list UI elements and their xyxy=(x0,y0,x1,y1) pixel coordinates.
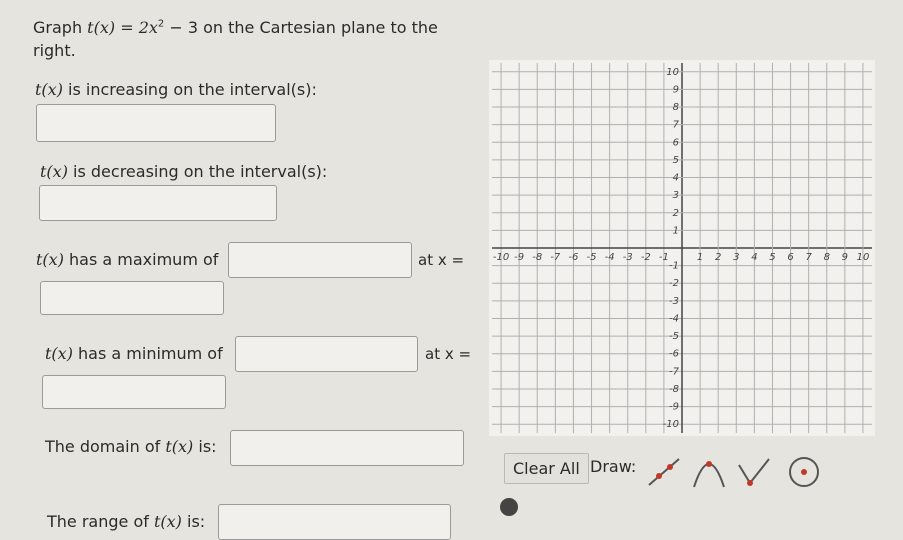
x-tick-label: 10 xyxy=(857,252,870,263)
x-tick-label: 2 xyxy=(715,252,721,263)
range-prefix: The range of xyxy=(47,512,154,531)
decreasing-interval-input[interactable] xyxy=(39,185,277,221)
draw-label: Draw: xyxy=(590,457,637,476)
maximum-at-x-label: at x = xyxy=(418,251,465,269)
question-text: Graph t(x) = 2x2 − 3 on the Cartesian pl… xyxy=(33,18,438,37)
domain-suffix: is: xyxy=(193,437,217,456)
x-tick-label: -5 xyxy=(587,252,597,263)
domain-label: The domain of t(x) is: xyxy=(45,437,217,456)
y-tick-label: 3 xyxy=(673,190,679,201)
domain-fn: t(x) xyxy=(165,437,194,456)
minimum-label: t(x) has a minimum of xyxy=(45,344,223,363)
question-suffix-1: on the Cartesian plane to the xyxy=(198,18,438,37)
y-tick-label: -4 xyxy=(669,313,679,324)
y-tick-label: 10 xyxy=(666,67,679,78)
minimum-at-x-label: at x = xyxy=(425,345,472,363)
x-tick-label: 7 xyxy=(805,252,812,263)
range-suffix: is: xyxy=(181,512,206,531)
y-tick-label: -3 xyxy=(669,296,679,307)
y-tick-label: 8 xyxy=(673,102,679,113)
y-tick-label: 1 xyxy=(673,225,679,236)
range-label: The range of t(x) is: xyxy=(47,512,205,531)
y-tick-label: -7 xyxy=(669,366,680,377)
y-tick-label: -2 xyxy=(669,278,679,289)
decreasing-label: t(x) is decreasing on the interval(s): xyxy=(40,162,327,181)
x-tick-label: 1 xyxy=(697,252,703,263)
line-tool-icon[interactable] xyxy=(645,455,683,489)
cartesian-graph[interactable]: -10 -9 -8 -7 -6 -5 -4 -3 -2 -1 1 2 3 4 5 6 7 8 9 10 10 9 8 7 6 5 4… xyxy=(487,58,877,436)
y-tick-label: 9 xyxy=(673,84,679,95)
range-fn: t(x) xyxy=(153,512,182,531)
y-tick-label: -8 xyxy=(669,384,679,395)
maximum-text: has a maximum of xyxy=(63,250,219,269)
minimum-none-input[interactable] xyxy=(42,375,226,409)
clear-all-button[interactable]: Clear All xyxy=(504,453,589,484)
increasing-label: t(x) is increasing on the interval(s): xyxy=(35,80,317,99)
question-function-rest: − 3 xyxy=(164,18,199,37)
domain-prefix: The domain of xyxy=(45,437,166,456)
increasing-fn: t(x) xyxy=(35,80,63,99)
increasing-interval-input[interactable] xyxy=(36,104,276,142)
y-tick-label: -5 xyxy=(669,331,679,342)
x-tick-label: -1 xyxy=(659,252,669,263)
y-tick-label: 4 xyxy=(673,173,679,184)
x-tick-label: -4 xyxy=(605,252,615,263)
question-text-line2: right. xyxy=(33,41,76,60)
x-tick-label: -2 xyxy=(641,252,651,263)
decreasing-fn: t(x) xyxy=(40,162,68,181)
question-prefix: Graph xyxy=(33,18,83,37)
point-tool-icon[interactable] xyxy=(500,498,518,516)
maximum-fn: t(x) xyxy=(36,250,64,269)
maximum-label: t(x) has a maximum of xyxy=(36,250,218,269)
domain-input[interactable] xyxy=(230,430,464,466)
x-tick-label: -8 xyxy=(532,252,542,263)
x-tick-label: 9 xyxy=(842,252,848,263)
y-tick-label: -6 xyxy=(669,349,679,360)
minimum-text: has a minimum of xyxy=(72,344,223,363)
question-function: t(x) = 2x xyxy=(87,18,158,37)
x-tick-label: -3 xyxy=(623,252,633,263)
decreasing-text: is decreasing on the interval(s): xyxy=(67,162,328,181)
y-tick-label: -1 xyxy=(669,261,679,272)
x-tick-label: 8 xyxy=(824,252,830,263)
y-tick-label: 7 xyxy=(673,120,680,131)
y-tick-label: 5 xyxy=(673,155,679,166)
y-tick-label: -9 xyxy=(669,402,679,413)
y-tick-label: -10 xyxy=(663,419,679,430)
x-tick-label: -6 xyxy=(568,252,578,263)
x-tick-label: -10 xyxy=(493,252,509,263)
absolute-value-tool-icon[interactable] xyxy=(735,455,773,489)
maximum-value-input[interactable] xyxy=(228,242,412,278)
x-tick-label: 6 xyxy=(787,252,793,263)
minimum-value-input[interactable] xyxy=(235,336,418,372)
increasing-text: is increasing on the interval(s): xyxy=(62,80,317,99)
minimum-fn: t(x) xyxy=(45,344,73,363)
x-tick-label: -7 xyxy=(550,252,561,263)
x-tick-label: 5 xyxy=(769,252,775,263)
circle-tool-icon[interactable] xyxy=(785,455,823,489)
x-tick-label: -9 xyxy=(514,252,524,263)
y-tick-label: 6 xyxy=(673,137,679,148)
x-tick-label: 4 xyxy=(751,252,757,263)
maximum-none-input[interactable] xyxy=(40,281,224,315)
x-tick-label: 3 xyxy=(733,252,739,263)
y-tick-label: 2 xyxy=(673,208,679,219)
parabola-tool-icon[interactable] xyxy=(690,455,728,489)
